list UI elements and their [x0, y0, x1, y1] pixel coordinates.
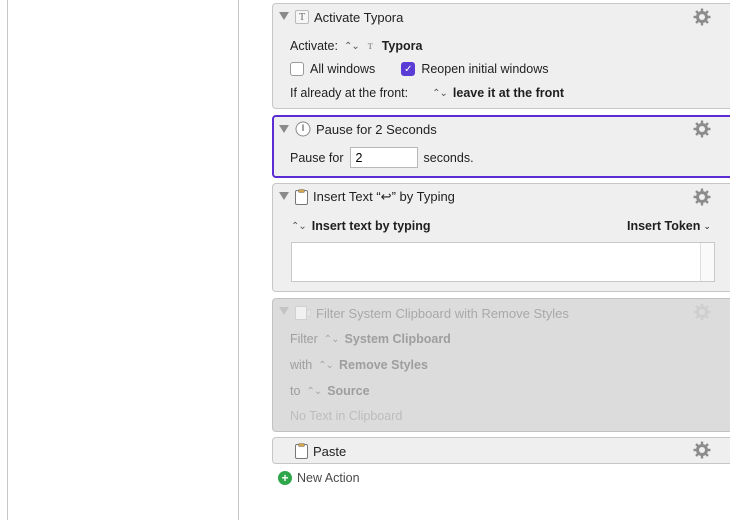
filter-destination-popup[interactable]: Source	[327, 384, 369, 398]
insert-text-area[interactable]	[291, 242, 715, 282]
filter-source-popup[interactable]: System Clipboard	[345, 332, 451, 346]
updown-chevron-icon[interactable]: ⌃⌄	[306, 386, 322, 397]
gear-icon[interactable]	[693, 8, 711, 26]
gear-icon[interactable]	[693, 441, 711, 459]
all-windows-checkbox[interactable]	[290, 62, 304, 76]
pause-for-label: Pause for	[290, 150, 344, 165]
middle-divider	[238, 0, 239, 520]
updown-chevron-icon[interactable]: ⌃⌄	[344, 41, 360, 52]
gear-icon[interactable]	[693, 120, 711, 138]
updown-chevron-icon[interactable]: ⌃⌄	[291, 221, 307, 232]
app-popup[interactable]: Typora	[382, 39, 423, 53]
disclosure-triangle[interactable]	[279, 125, 289, 133]
text-app-small-icon: T	[367, 41, 373, 51]
plus-icon: +	[278, 471, 292, 485]
updown-chevron-icon[interactable]: ⌃⌄	[432, 88, 448, 99]
action-title: Activate Typora	[314, 9, 404, 25]
new-action-button[interactable]: + New Action	[278, 471, 360, 485]
updown-chevron-icon[interactable]: ⌃⌄	[318, 360, 334, 371]
text-app-icon: T	[295, 10, 309, 24]
front-label: If already at the front:	[290, 86, 409, 100]
action-activate-typora[interactable]: T Activate Typora Activate: ⌃⌄ T Typora …	[272, 3, 730, 109]
filter-icon	[295, 306, 311, 320]
action-title: Insert Text “↩” by Typing	[313, 189, 455, 204]
clipboard-status: No Text in Clipboard	[290, 409, 403, 423]
action-insert-text[interactable]: Insert Text “↩” by Typing ⌃⌄ Insert text…	[272, 183, 730, 292]
updown-chevron-icon[interactable]: ⌃⌄	[324, 334, 340, 345]
gear-icon[interactable]	[693, 188, 711, 206]
all-windows-label[interactable]: All windows	[310, 62, 375, 76]
disclosure-triangle[interactable]	[279, 12, 289, 20]
insert-token-menu[interactable]: Insert Token	[627, 219, 700, 233]
action-filter-clipboard[interactable]: Filter System Clipboard with Remove Styl…	[272, 298, 730, 432]
action-paste[interactable]: Paste	[272, 437, 730, 464]
to-label: to	[290, 384, 301, 398]
action-title: Pause for 2 Seconds	[316, 121, 437, 137]
textarea-scrollbar[interactable]	[700, 243, 714, 281]
disclosure-triangle[interactable]	[279, 192, 289, 200]
action-pause[interactable]: Pause for 2 Seconds Pause for seconds.	[272, 115, 730, 178]
clipboard-icon	[295, 443, 308, 459]
pause-seconds-input[interactable]	[349, 147, 418, 168]
left-divider	[7, 0, 8, 520]
reopen-windows-checkbox[interactable]: ✓	[401, 62, 416, 76]
clipboard-icon	[295, 189, 308, 205]
with-label: with	[290, 358, 313, 372]
disclosure-triangle[interactable]	[279, 307, 289, 315]
action-title: Paste	[313, 443, 347, 459]
clock-icon	[295, 121, 311, 137]
reopen-windows-label[interactable]: Reopen initial windows	[421, 62, 548, 76]
action-title: Filter System Clipboard with Remove Styl…	[316, 305, 569, 321]
filter-type-popup[interactable]: Remove Styles	[339, 358, 428, 372]
filter-label: Filter	[290, 332, 318, 346]
new-action-label: New Action	[297, 471, 360, 485]
seconds-label: seconds.	[423, 150, 474, 165]
activate-label: Activate:	[290, 39, 338, 53]
front-behavior-popup[interactable]: leave it at the front	[453, 86, 564, 100]
insert-mode-popup[interactable]: Insert text by typing	[312, 219, 431, 233]
gear-icon[interactable]	[693, 303, 711, 321]
chevron-down-icon[interactable]: ⌄	[703, 221, 711, 232]
